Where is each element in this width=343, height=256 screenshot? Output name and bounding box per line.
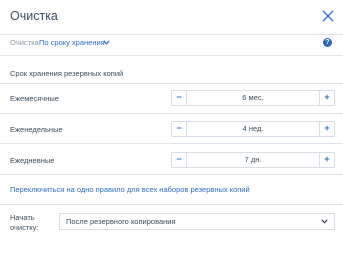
chevron-down-icon[interactable]: [103, 40, 110, 45]
start-cleanup-label-text: Начать очистку:: [10, 213, 39, 232]
close-icon[interactable]: [321, 9, 335, 23]
daily-increment-button[interactable]: +: [319, 153, 334, 167]
row-divider: [0, 174, 343, 175]
weekly-increment-button[interactable]: +: [319, 122, 334, 136]
dialog-header: Очистка: [0, 0, 343, 34]
weekly-decrement-button[interactable]: −: [172, 122, 187, 136]
monthly-decrement-button[interactable]: −: [172, 91, 187, 105]
row-divider: [0, 113, 343, 114]
monthly-increment-button[interactable]: +: [319, 91, 334, 105]
start-cleanup-label: Начать очистку:: [10, 213, 54, 233]
section-divider: [0, 83, 343, 84]
breadcrumb: Очистка По сроку хранения: [0, 35, 343, 53]
weekly-value-input[interactable]: 4 нед.: [187, 122, 319, 136]
cleanup-dialog: Очистка Очистка По сроку хранения ? Срок…: [0, 0, 343, 256]
daily-stepper: − 7 дн. +: [171, 152, 335, 168]
monthly-label: Ежемесячные: [10, 94, 59, 103]
weekly-stepper: − 4 нед. +: [171, 121, 335, 137]
monthly-value-input[interactable]: 6 мес.: [187, 91, 319, 105]
daily-decrement-button[interactable]: −: [172, 153, 187, 167]
switch-single-rule-link[interactable]: Переключиться на одно правило для всех н…: [10, 185, 250, 194]
daily-label: Ежедневные: [10, 156, 55, 165]
start-cleanup-select[interactable]: После резервного копирования: [59, 213, 335, 230]
help-icon[interactable]: ?: [323, 38, 332, 47]
dialog-title: Очистка: [10, 9, 58, 23]
breadcrumb-divider: [0, 55, 343, 56]
start-cleanup-selected-value: После резервного копирования: [66, 217, 176, 226]
weekly-label: Еженедельные: [10, 125, 63, 134]
breadcrumb-current-dropdown[interactable]: По сроку хранения: [39, 38, 105, 47]
row-divider: [0, 143, 343, 144]
monthly-stepper: − 6 мес. +: [171, 90, 335, 106]
retention-section-title: Срок хранения резервных копий: [10, 69, 124, 78]
link-divider: [0, 204, 343, 205]
breadcrumb-root: Очистка: [10, 38, 39, 47]
daily-value-input[interactable]: 7 дн.: [187, 153, 319, 167]
chevron-down-icon: [321, 219, 328, 224]
